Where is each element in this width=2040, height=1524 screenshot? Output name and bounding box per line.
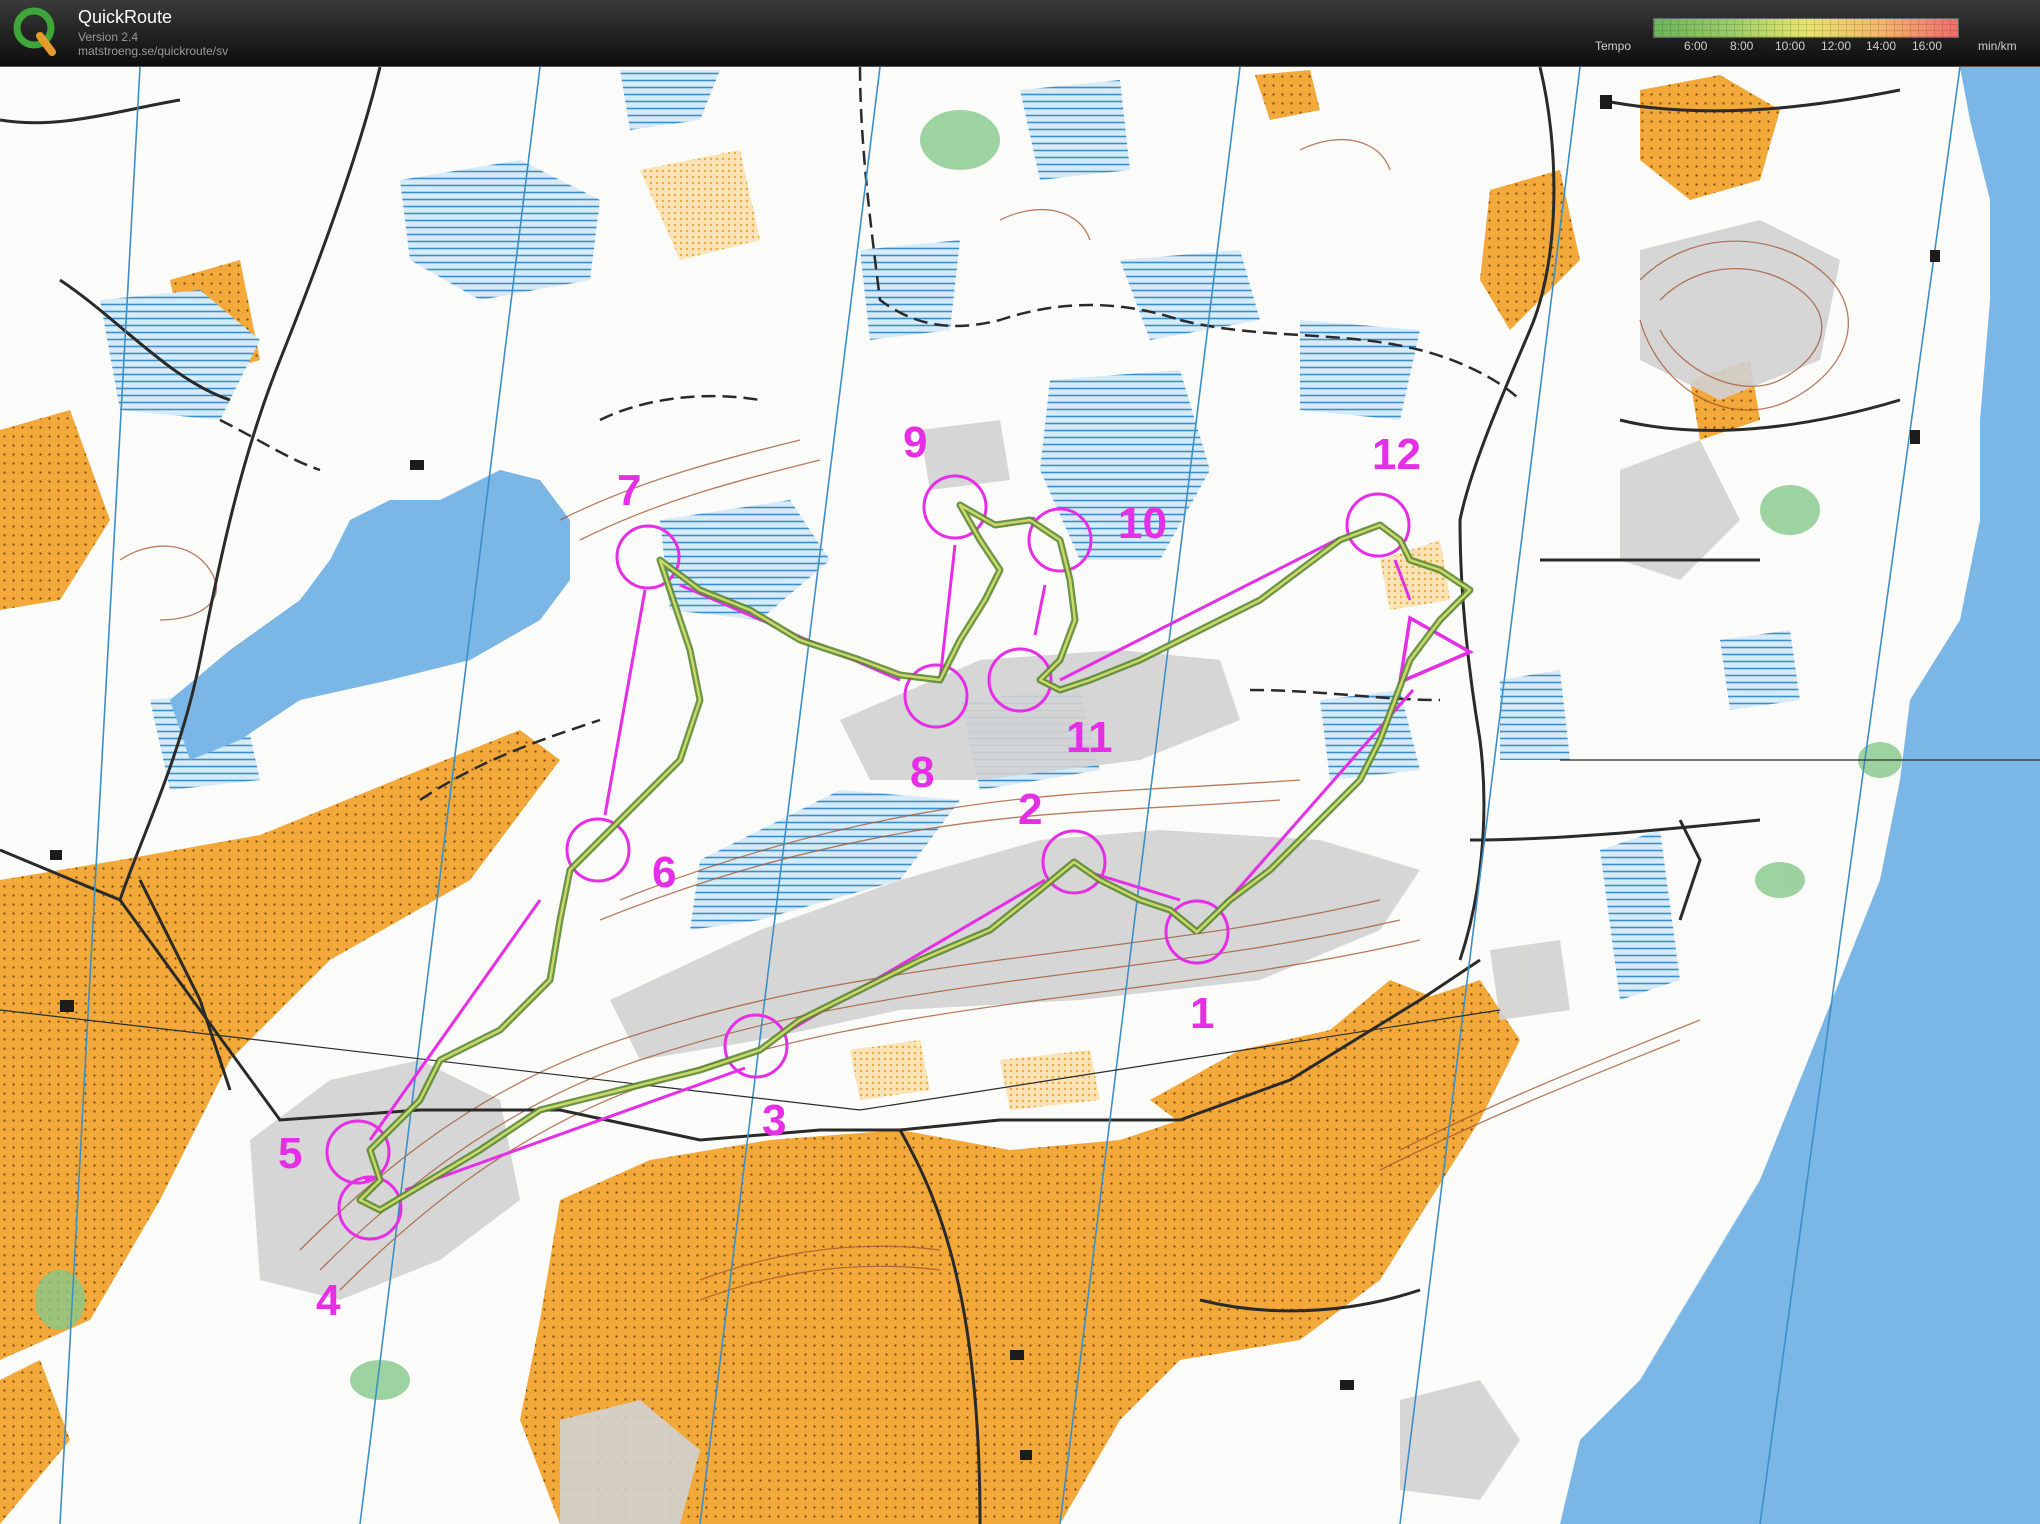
control-label-8: 8 — [910, 748, 934, 797]
control-label-1: 1 — [1190, 989, 1214, 1038]
tempo-unit: min/km — [1978, 39, 2017, 53]
control-label-3: 3 — [762, 1096, 786, 1145]
tempo-label: Tempo — [1595, 39, 1632, 53]
tempo-tick: 10:00 — [1775, 39, 1806, 53]
tempo-tick: 8:00 — [1730, 39, 1754, 53]
app-name: QuickRoute — [78, 7, 173, 27]
control-label-5: 5 — [278, 1129, 302, 1178]
control-label-7: 7 — [617, 466, 641, 515]
control-label-11: 11 — [1066, 713, 1113, 762]
app-header: QuickRoute Version 2.4 matstroeng.se/qui… — [0, 0, 2040, 67]
app-url: matstroeng.se/quickroute/sv — [78, 44, 229, 58]
tempo-tick: 12:00 — [1821, 39, 1852, 53]
tempo-tick: 16:00 — [1912, 39, 1943, 53]
app-version: Version 2.4 — [78, 30, 139, 44]
tempo-color-scale — [1653, 18, 1959, 38]
control-label-6: 6 — [652, 848, 676, 897]
control-label-10: 10 — [1118, 499, 1167, 548]
control-label-2: 2 — [1018, 785, 1042, 834]
control-label-12: 12 — [1372, 430, 1421, 479]
control-label-4: 4 — [316, 1276, 341, 1325]
control-label-9: 9 — [903, 418, 927, 467]
tempo-tick: 14:00 — [1866, 39, 1897, 53]
quickroute-logo-icon — [13, 7, 56, 56]
orienteering-map[interactable]: 1 2 3 4 5 6 7 8 9 10 11 12 — [0, 67, 2040, 1524]
tempo-tick: 6:00 — [1684, 39, 1708, 53]
